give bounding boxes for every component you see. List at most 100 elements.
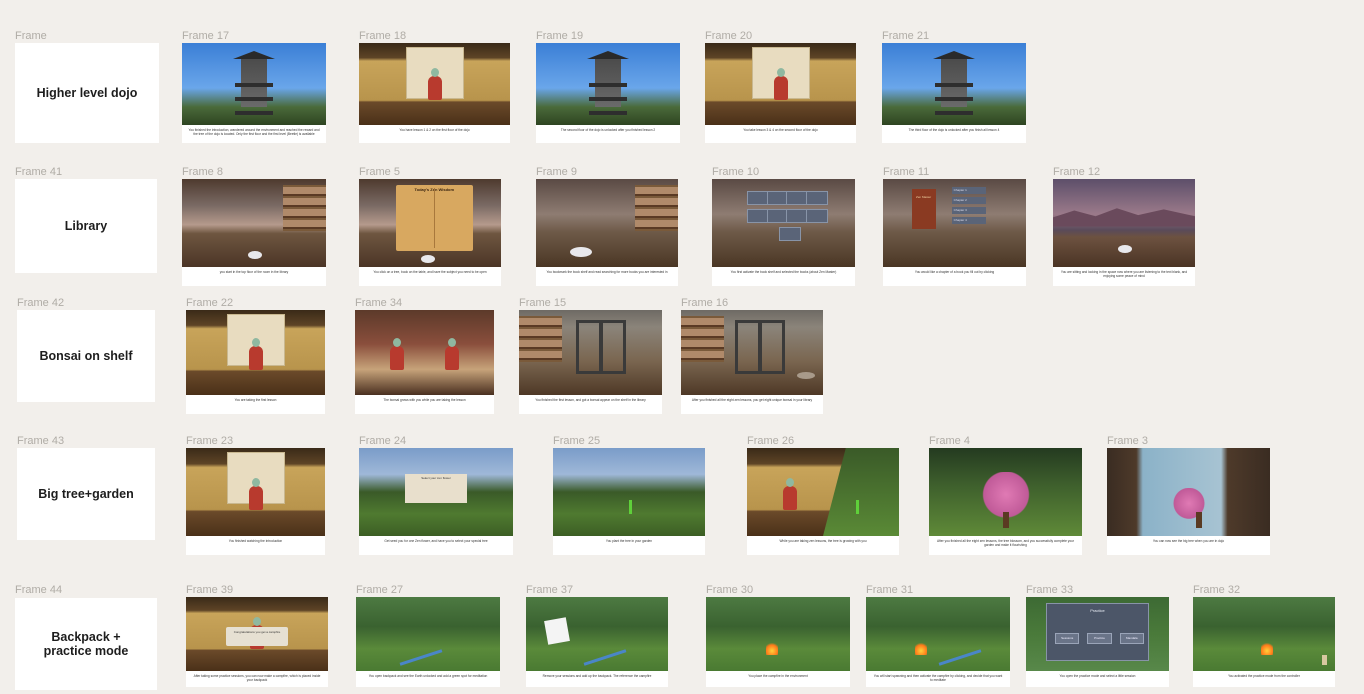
frame-screenshot [526, 597, 668, 671]
frame-card[interactable]: You open backpack and see the Earth unlo… [356, 597, 500, 687]
bookshelf-right [282, 185, 326, 231]
frame-caption: You first activate the book shelf and se… [730, 270, 837, 274]
frame-card[interactable]: After you finished all the eight zen les… [681, 310, 823, 414]
practice-option[interactable]: Practice [1087, 633, 1112, 645]
zen-master-figure [427, 68, 442, 101]
practice-option[interactable]: Mandala [1119, 633, 1144, 645]
frame-label: Frame 39 [186, 584, 234, 596]
frame-caption: You take lesson 3 & 4 on the second floo… [743, 128, 818, 132]
book-menu-tile[interactable] [805, 209, 828, 223]
frame-card[interactable]: The bonsai grows with you while you are … [355, 310, 494, 414]
frame-label: Frame 16 [681, 297, 729, 309]
frame-label: Frame 18 [359, 30, 407, 42]
frame-card[interactable]: You finished watching the introduction [186, 448, 325, 555]
frame-screenshot: Today's Zen Wisdom [359, 179, 501, 267]
frame-screenshot [536, 179, 678, 267]
frame-card[interactable]: You take lesson 3 & 4 on the second floo… [705, 43, 856, 143]
frame-card[interactable]: You bookmark the book shelf and read sea… [536, 179, 678, 286]
practice-option[interactable]: Sessions [1055, 633, 1080, 645]
frame-card[interactable]: You activated the practice mode from the… [1193, 597, 1335, 687]
frame-card[interactable]: Select your zen flower Get seed you for o… [359, 448, 513, 555]
chapter-item[interactable]: Chapter 2 [951, 197, 986, 204]
zen-master-figure [248, 337, 263, 370]
chapter-item[interactable]: Chapter 1 [951, 187, 986, 194]
blossom-tree [975, 472, 1036, 528]
book-menu [743, 185, 832, 255]
frame-card[interactable]: Remove your sessions and add up the back… [526, 597, 668, 687]
frame-screenshot [519, 310, 662, 395]
frame-label: Frame 11 [883, 166, 930, 178]
frame-label: Frame 20 [705, 30, 753, 42]
frame-card[interactable]: You are taking the first lesson [186, 310, 325, 414]
frame-card[interactable]: Congratulations you get a campfire After … [186, 597, 328, 687]
frame-card[interactable]: You will start spawning and then activat… [866, 597, 1010, 687]
frame-card[interactable]: You have lesson 1 & 2 on the first floor… [359, 43, 510, 143]
meditation-cushion [1118, 245, 1133, 253]
frame-caption: You plant the tree in your garden [605, 539, 653, 543]
frame-screenshot [929, 448, 1082, 536]
frame-screenshot [355, 310, 494, 395]
frame-card[interactable]: you start in the top floor of the room i… [182, 179, 326, 286]
frame-caption: you start in the top floor of the room i… [219, 270, 289, 274]
flower-select-title: Select your zen flower [421, 476, 451, 481]
pagoda-tower [235, 57, 273, 107]
chapter-item[interactable]: Chapter 4 [951, 217, 986, 224]
frame-card[interactable]: You place the campfire in the environmen… [706, 597, 850, 687]
frame-card[interactable]: You are sitting and looking in the space… [1053, 179, 1195, 286]
row-title-line: Backpack + [51, 630, 121, 644]
book-menu-tile[interactable] [778, 227, 801, 241]
row-title-card[interactable]: Big tree+garden [17, 448, 155, 540]
frame-caption: You would like a chapter of a book you f… [914, 270, 995, 274]
frame-caption: After taking some practice sessions, you… [193, 674, 321, 682]
frame-card[interactable]: You plant the tree in your garden [553, 448, 705, 555]
frame-caption: The bonsai grows with you while you are … [383, 398, 466, 402]
frame-screenshot [747, 448, 899, 536]
frame-card[interactable]: You first activate the book shelf and se… [712, 179, 855, 286]
frame-card[interactable]: The second floor of the dojo is unlocked… [536, 43, 680, 143]
frame-label: Frame 32 [1193, 584, 1241, 596]
frame-screenshot [182, 43, 326, 125]
frame-card[interactable]: Practice Sessions Practice Mandala You open … [1026, 597, 1169, 687]
frame-screenshot [186, 310, 325, 395]
frame-card[interactable]: After you finished all the eight zen les… [929, 448, 1082, 555]
frame-caption: You finished watching the introduction [228, 539, 283, 543]
frame-caption: Get seed you for one Zen flower, and hav… [384, 539, 488, 543]
chapter-list: Chapter 1 Chapter 2 Chapter 3 Chapter 4 [951, 187, 986, 227]
row-title-card[interactable]: Backpack + practice mode [15, 598, 157, 690]
frame-card[interactable]: You finished the first lesson, and got a… [519, 310, 662, 414]
practice-title: Practice [1090, 608, 1105, 613]
row-title-line: Higher level dojo [36, 86, 138, 100]
row-frame-label: Frame 42 [17, 297, 65, 309]
frame-caption: After you finished all the eight zen les… [691, 398, 813, 402]
frame-screenshot [1193, 597, 1335, 671]
frame-card[interactable]: You finished the introduction, wandered … [182, 43, 326, 143]
frame-screenshot [356, 597, 500, 671]
frame-caption: Remove your sessions and add up the back… [542, 674, 652, 678]
frame-label: Frame 3 [1107, 435, 1148, 447]
chapter-item[interactable]: Chapter 3 [951, 207, 986, 214]
frame-screenshot [866, 597, 1010, 671]
open-book-panel: Today's Zen Wisdom [395, 185, 473, 251]
side-table [797, 372, 815, 379]
row-title: Big tree+garden [38, 487, 134, 501]
row-title-card[interactable]: Library [15, 179, 157, 273]
frame-card[interactable]: Zen Master Chapter 1 Chapter 2 Chapter 3 Cha… [883, 179, 1026, 286]
controller-wand [583, 649, 627, 666]
row-title-card[interactable]: Higher level dojo [15, 43, 159, 143]
frame-label: Frame 9 [536, 166, 577, 178]
row-title-card[interactable]: Bonsai on shelf [17, 310, 155, 402]
frame-screenshot [1107, 448, 1270, 536]
frame-card[interactable]: The third floor of the dojo is unlocked … [882, 43, 1026, 143]
frame-caption: You open the practice mode and select a … [1059, 674, 1136, 678]
campfire [766, 641, 779, 655]
row-title-line: Big tree+garden [38, 487, 134, 501]
book-menu-tile[interactable] [805, 191, 828, 205]
frame-card[interactable]: You can now see the big tree when you ar… [1107, 448, 1270, 555]
frame-card[interactable]: Today's Zen Wisdom You click on a tree, b… [359, 179, 501, 286]
frame-card[interactable]: While you are taking zen lessons, the tr… [747, 448, 899, 555]
frame-label: Frame 4 [929, 435, 970, 447]
frame-label: Frame 12 [1053, 166, 1101, 178]
practice-menu: Practice Sessions Practice Mandala [1046, 603, 1149, 661]
garden-split [823, 448, 899, 536]
zen-master-figure [782, 477, 797, 510]
